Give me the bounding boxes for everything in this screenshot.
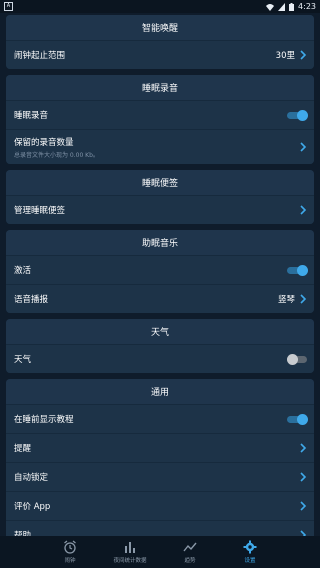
alarm-range-row[interactable]: 闹钟起止范围 30里: [6, 40, 314, 69]
nav-night-stats[interactable]: 夜间统计数据: [100, 536, 160, 568]
chevron-right-icon: [300, 501, 307, 511]
section-title: 天气: [6, 319, 314, 344]
rate-app-row[interactable]: 评价 App: [6, 491, 314, 520]
nav-settings[interactable]: 设置: [220, 536, 280, 568]
row-label: 管理睡眠便签: [14, 206, 66, 216]
row-label: 提醒: [14, 444, 32, 454]
chevron-right-icon: [300, 472, 307, 482]
nav-label: 设置: [244, 558, 256, 564]
section-title: 通用: [6, 379, 314, 404]
section-smart-wake: 智能唤醒 闹钟起止范围 30里: [6, 15, 314, 69]
row-sublabel: 总录音文件大小现为 0.00 Kb。: [14, 151, 99, 159]
section-general: 通用 在睡前显示教程 提醒 自动锁定 评价 App: [6, 379, 314, 549]
chevron-right-icon: [300, 443, 307, 453]
section-title: 智能唤醒: [6, 15, 314, 40]
row-label: 评价 App: [14, 502, 51, 512]
section-sleep-music: 助眠音乐 激活 语音播报 竖琴: [6, 230, 314, 313]
kept-recordings-row[interactable]: 保留的录音数量 总录音文件大小现为 0.00 Kb。: [6, 129, 314, 164]
nav-alarm[interactable]: 闹钟: [40, 536, 100, 568]
weather-row: 天气: [6, 344, 314, 373]
row-label: 自动锁定: [14, 473, 49, 483]
battery-icon: [289, 2, 295, 11]
section-title: 睡眠便签: [6, 170, 314, 195]
alarm-clock-icon: [64, 540, 76, 554]
section-weather: 天气 天气: [6, 319, 314, 373]
status-time: 4:23: [298, 2, 316, 11]
section-title: 睡眠录音: [6, 75, 314, 100]
notification-icon: A: [4, 2, 13, 11]
chevron-right-icon: [300, 205, 307, 215]
signal-icon: [278, 2, 286, 11]
section-title: 助眠音乐: [6, 230, 314, 255]
tutorial-toggle[interactable]: [287, 414, 308, 425]
tutorial-row: 在睡前显示教程: [6, 404, 314, 433]
row-label: 天气: [14, 355, 32, 365]
nav-label: 夜间统计数据: [113, 558, 147, 564]
row-value: 竖琴: [277, 295, 295, 305]
nav-label: 闹钟: [64, 558, 76, 564]
weather-toggle[interactable]: [287, 354, 307, 365]
row-value: 30里: [275, 51, 295, 61]
trend-line-icon: [183, 542, 197, 552]
row-label: 语音播报: [14, 295, 49, 305]
voice-row[interactable]: 语音播报 竖琴: [6, 284, 314, 313]
section-sleep-recording: 睡眠录音 睡眠录音 保留的录音数量 总录音文件大小现为 0.00 Kb。: [6, 75, 314, 164]
chevron-right-icon: [300, 294, 307, 304]
row-label: 闹钟起止范围: [14, 51, 66, 61]
row-label: 在睡前显示教程: [14, 415, 74, 425]
bottom-nav: 闹钟 夜间统计数据 趋势 设置: [0, 536, 320, 568]
gear-icon: [243, 540, 257, 554]
autolock-row[interactable]: 自动锁定: [6, 462, 314, 491]
settings-list: 智能唤醒 闹钟起止范围 30里 睡眠录音 睡眠录音 保留的录音数量 总录音文件大…: [6, 15, 314, 555]
bar-chart-icon: [125, 542, 135, 553]
section-sleep-notes: 睡眠便签 管理睡眠便签: [6, 170, 314, 224]
reminder-row[interactable]: 提醒: [6, 433, 314, 462]
chevron-right-icon: [300, 50, 307, 60]
status-bar: A 4:23: [0, 0, 320, 13]
row-label: 保留的录音数量: [14, 137, 74, 148]
nav-label: 趋势: [184, 558, 196, 564]
row-label: 激活: [14, 266, 32, 276]
sleep-recording-toggle[interactable]: [287, 110, 308, 121]
activate-music-toggle[interactable]: [287, 265, 308, 276]
row-label: 睡眠录音: [14, 111, 49, 121]
manage-notes-row[interactable]: 管理睡眠便签: [6, 195, 314, 224]
activate-music-row: 激活: [6, 255, 314, 284]
wifi-icon: [266, 3, 275, 11]
sleep-recording-row: 睡眠录音: [6, 100, 314, 129]
nav-trends[interactable]: 趋势: [160, 536, 220, 568]
chevron-right-icon: [300, 142, 307, 152]
